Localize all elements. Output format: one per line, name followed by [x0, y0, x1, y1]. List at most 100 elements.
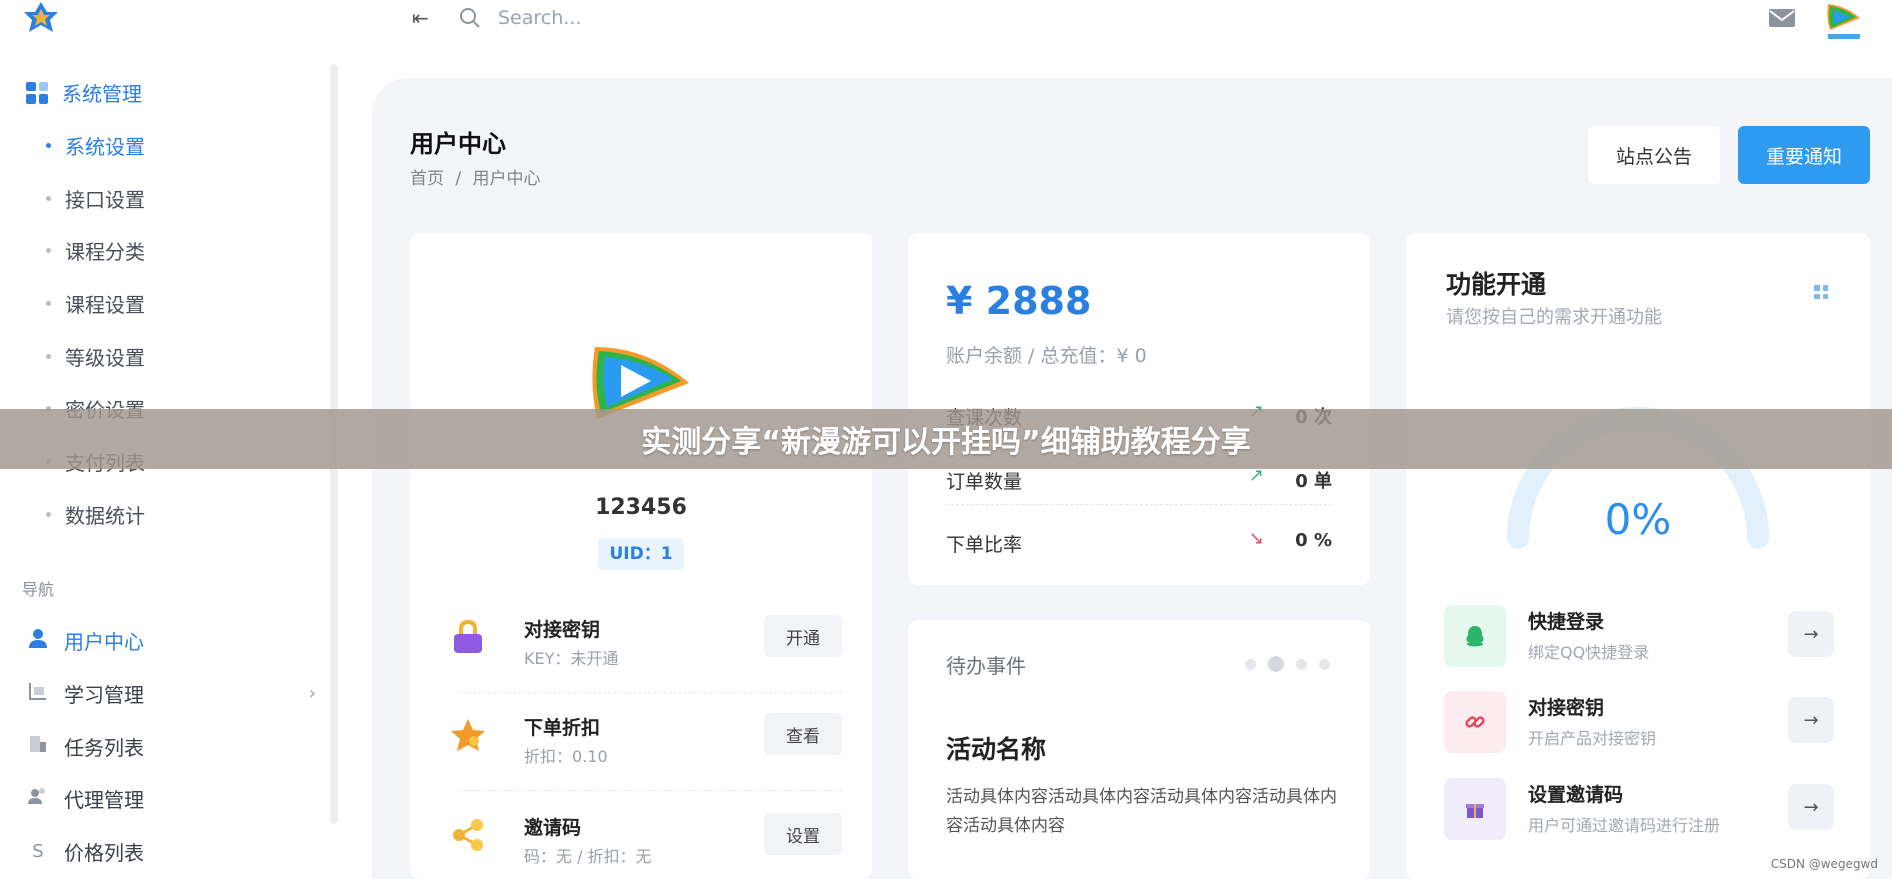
sidebar-item-label: 学习管理 — [64, 683, 144, 707]
balance-subtitle: 账户余额 / 总充值：¥ 0 — [946, 345, 1147, 367]
invite-code-arrow-button[interactable]: → — [1788, 784, 1834, 830]
function-subtitle: 请您按自己的需求开通功能 — [1446, 307, 1662, 328]
carousel-dot[interactable] — [1296, 658, 1307, 670]
learning-icon — [26, 681, 50, 706]
function-row-title: 设置邀请码 — [1528, 784, 1624, 806]
sidebar-item-system-settings[interactable]: 系统设置 — [46, 131, 145, 160]
function-row-invite-code: 设置邀请码 用户可通过邀请码进行注册 → — [1444, 776, 1834, 854]
task-icon — [26, 734, 50, 759]
overlay-banner: 实测分享“新漫游可以开挂吗”细辅助教程分享 — [0, 409, 1892, 469]
breadcrumb-home-link[interactable]: 首页 — [410, 169, 444, 189]
banner-title: 实测分享“新漫游可以开挂吗”细辅助教程分享 — [641, 425, 1251, 460]
sidebar-item-api-settings[interactable]: 接口设置 — [46, 184, 145, 213]
feature-subtitle: KEY：未开通 — [524, 649, 619, 668]
sidebar-item-task-list[interactable]: 任务列表 — [26, 732, 316, 761]
sidebar-item-statistics[interactable]: 数据统计 — [46, 500, 145, 529]
function-title: 功能开通 — [1446, 270, 1547, 299]
feature-subtitle: 码：无 / 折扣：无 — [524, 847, 652, 866]
sidebar-item-label: 价格列表 — [64, 841, 144, 865]
important-notice-button[interactable]: 重要通知 — [1738, 126, 1870, 184]
sidebar-item-course-categories[interactable]: 课程分类 — [46, 236, 145, 265]
sidebar-item-course-settings[interactable]: 课程设置 — [46, 289, 145, 318]
api-key-arrow-button[interactable]: → — [1788, 697, 1834, 743]
chevron-right-icon: › — [308, 683, 316, 704]
view-discount-button[interactable]: 查看 — [764, 713, 842, 755]
gift-icon — [1444, 778, 1506, 840]
sidebar-item-label: 用户中心 — [64, 630, 144, 654]
sidebar-item-learning[interactable]: 学习管理 › — [26, 679, 316, 708]
quick-login-arrow-button[interactable]: → — [1788, 611, 1834, 657]
function-row-subtitle: 用户可通过邀请码进行注册 — [1528, 816, 1721, 835]
function-row-title: 对接密钥 — [1528, 697, 1605, 719]
search-input[interactable] — [498, 2, 798, 34]
more-icon[interactable] — [1814, 285, 1828, 299]
bullet-icon — [46, 248, 51, 253]
sidebar-item-label: 接口设置 — [65, 188, 145, 212]
sidebar-item-user-center[interactable]: 用户中心 — [26, 626, 316, 655]
top-bar: ⇤ — [0, 0, 1892, 64]
breadcrumb-separator: / — [455, 169, 462, 189]
feature-row-invite-code: 邀请码 码：无 / 折扣：无 设置 — [450, 805, 842, 879]
price-icon: S — [32, 841, 44, 862]
bullet-icon — [46, 196, 51, 201]
sidebar-item-level-settings[interactable]: 等级设置 — [46, 342, 145, 371]
mail-icon[interactable] — [1768, 8, 1796, 28]
gauge-value: 0% — [1604, 495, 1672, 544]
sidebar-item-label: 数据统计 — [65, 504, 145, 528]
set-invite-code-button[interactable]: 设置 — [764, 813, 842, 855]
bullet-icon — [46, 512, 51, 517]
balance-amount: ¥ 2888 — [946, 279, 1092, 323]
nav-heading: 导航 — [22, 580, 55, 599]
sidebar-item-agents[interactable]: 代理管理 — [26, 784, 316, 813]
grid-icon — [26, 81, 48, 104]
sidebar-group-system[interactable]: 系统管理 — [26, 78, 142, 107]
carousel-dot-active[interactable] — [1268, 656, 1284, 672]
user-icon — [26, 628, 50, 653]
sidebar-group-label: 系统管理 — [62, 82, 142, 106]
function-row-api-key: 对接密钥 开启产品对接密钥 → — [1444, 689, 1834, 767]
function-row-title: 快捷登录 — [1528, 611, 1605, 633]
sidebar-item-label: 系统设置 — [65, 135, 145, 159]
sidebar-item-label: 代理管理 — [64, 788, 144, 812]
bullet-icon — [46, 301, 51, 306]
todo-title: 待办事件 — [946, 654, 1026, 678]
sidebar-item-label: 等级设置 — [65, 346, 145, 370]
bullet-icon — [46, 143, 51, 148]
sidebar-item-label: 任务列表 — [64, 736, 144, 760]
stat-label: 订单数量 — [946, 471, 1023, 493]
stat-label: 下单比率 — [946, 534, 1023, 556]
lock-icon — [454, 619, 482, 653]
star-icon — [451, 719, 485, 751]
breadcrumb: 首页 / 用户中心 — [410, 164, 547, 189]
search-icon[interactable] — [458, 6, 482, 30]
stat-value: 0 % — [1295, 530, 1332, 551]
activity-body: 活动具体内容活动具体内容活动具体内容活动具体内容活动具体内容 — [946, 787, 1337, 836]
function-row-quick-login: 快捷登录 绑定QQ快捷登录 → — [1444, 603, 1834, 681]
sidebar-collapse-button[interactable]: ⇤ — [412, 6, 429, 30]
function-row-subtitle: 开启产品对接密钥 — [1528, 729, 1657, 748]
qq-icon — [1444, 605, 1506, 667]
carousel-dot[interactable] — [1319, 658, 1330, 670]
app-logo-icon[interactable] — [20, 0, 62, 36]
sidebar-item-price-list[interactable]: S 价格列表 — [26, 837, 316, 866]
feature-title: 邀请码 — [524, 817, 582, 839]
feature-row-api-key: 对接密钥 KEY：未开通 开通 — [450, 607, 842, 693]
open-api-key-button[interactable]: 开通 — [764, 615, 842, 657]
todo-card: 待办事件 活动名称 活动具体内容活动具体内容活动具体内容活动具体内容活动具体内容 — [908, 620, 1370, 879]
feature-title: 对接密钥 — [524, 619, 601, 641]
divider — [458, 790, 842, 791]
tencent-video-logo-icon[interactable] — [1822, 0, 1866, 42]
bullet-icon — [46, 354, 51, 359]
site-notice-button[interactable]: 站点公告 — [1588, 126, 1720, 184]
function-row-subtitle: 绑定QQ快捷登录 — [1528, 643, 1650, 662]
watermark: CSDN @wegegwd — [1770, 857, 1878, 871]
username: 123456 — [595, 495, 687, 520]
profile-card: 123456 UID：1 对接密钥 KEY：未开通 开通 下单折扣 折扣：0.1… — [410, 233, 872, 879]
sidebar-item-label: 课程分类 — [65, 240, 145, 264]
trend-down-icon: ↘ — [1248, 528, 1264, 549]
carousel-dots — [1245, 656, 1330, 672]
page-title: 用户中心 — [410, 130, 506, 158]
breadcrumb-current: 用户中心 — [472, 169, 541, 189]
agents-icon — [26, 786, 50, 811]
carousel-dot[interactable] — [1245, 658, 1256, 670]
